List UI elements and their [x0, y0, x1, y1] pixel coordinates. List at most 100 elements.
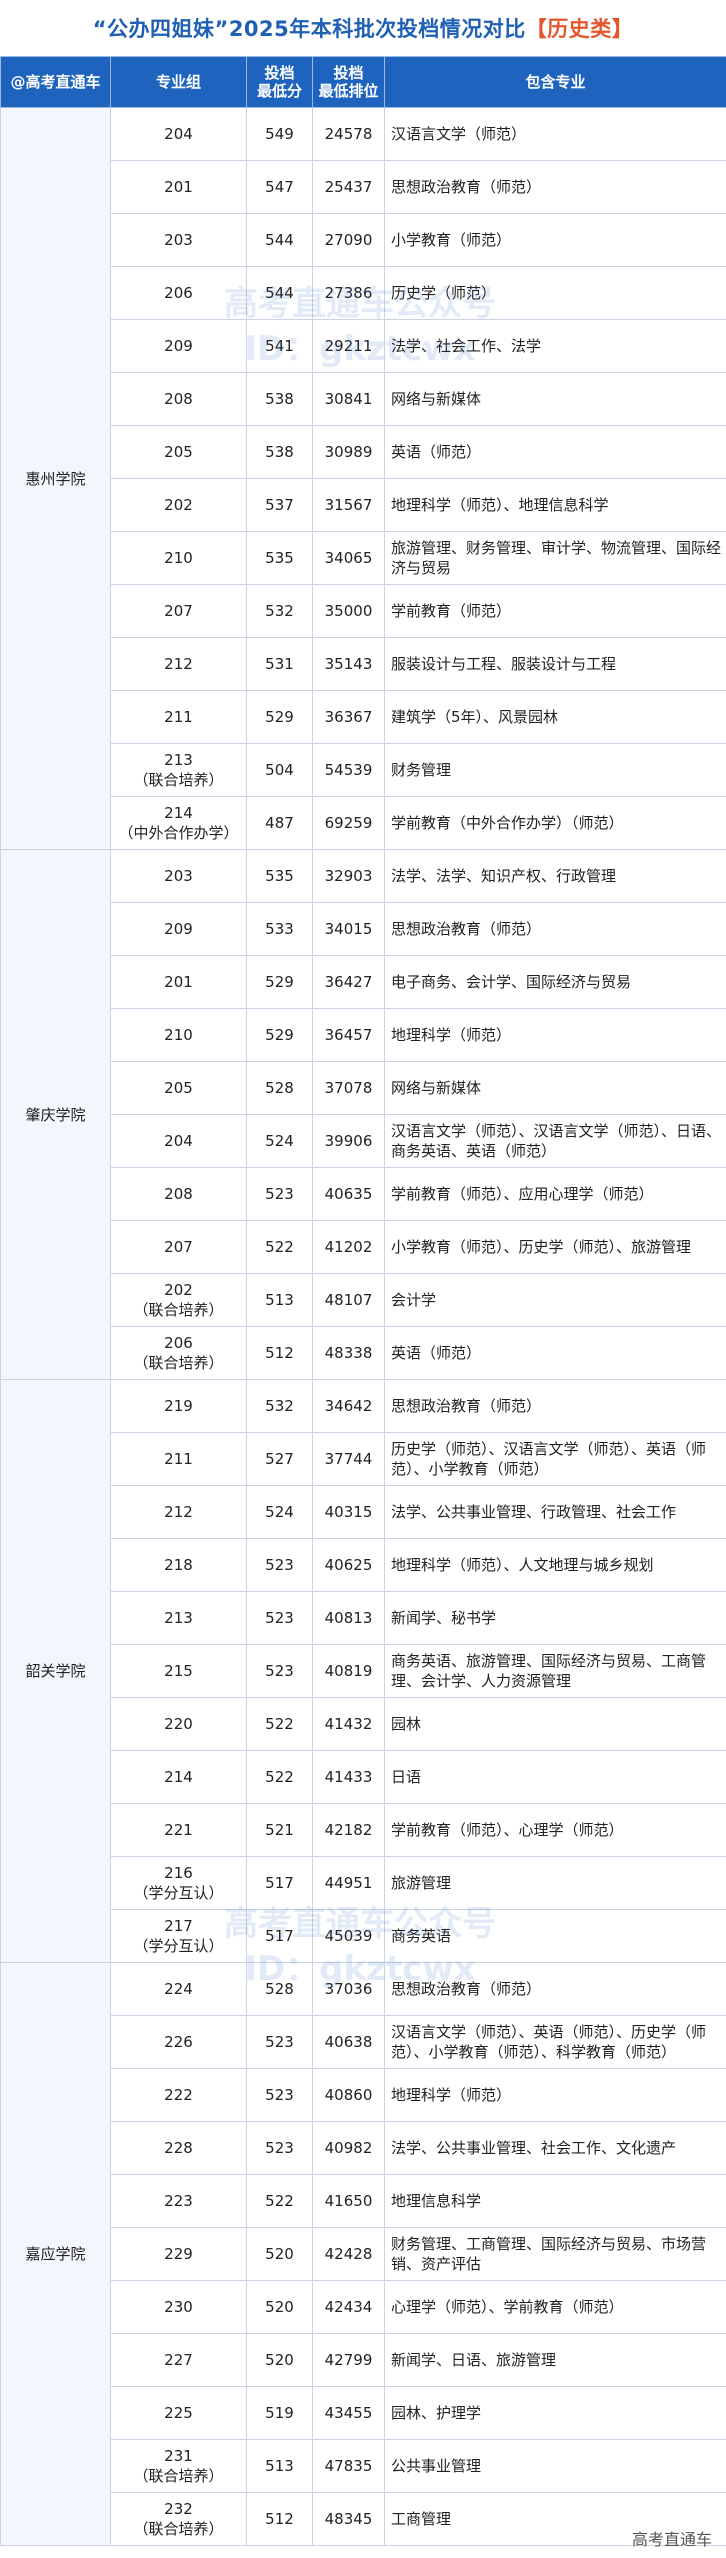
- majors-cell: 公共事业管理: [384, 2439, 726, 2493]
- group-code: 224: [164, 1980, 193, 1998]
- group-cell: 204: [110, 107, 247, 161]
- min-score-cell: 523: [246, 1538, 313, 1592]
- min-score-cell: 527: [246, 1432, 313, 1486]
- min-rank-cell: 25437: [312, 160, 385, 214]
- min-rank-cell: 41432: [312, 1697, 385, 1751]
- group-code: 229: [164, 2245, 193, 2263]
- group-code: 230: [164, 2298, 193, 2316]
- group-code: 226: [164, 2033, 193, 2051]
- majors-cell: 会计学: [384, 1273, 726, 1327]
- group-code: 214: [164, 1768, 193, 1786]
- min-rank-cell: 32903: [312, 849, 385, 903]
- majors-cell: 学前教育（中外合作办学）（师范）: [384, 796, 726, 850]
- header-majors: 包含专业: [384, 56, 726, 108]
- group-cell: 225: [110, 2386, 247, 2440]
- comparison-table: @高考直通车 专业组 投档 最低分 投档 最低排位 包含专业 惠州学院 204 549 2…: [0, 56, 726, 2546]
- group-code: 208: [164, 390, 193, 408]
- header-min-score: 投档 最低分: [246, 56, 313, 108]
- group-code: 204: [164, 125, 193, 143]
- majors-cell: 园林: [384, 1697, 726, 1751]
- min-rank-cell: 35143: [312, 637, 385, 691]
- group-code: 209: [164, 337, 193, 355]
- min-rank-cell: 30989: [312, 425, 385, 479]
- min-score-cell: 535: [246, 849, 313, 903]
- group-cell: 231 （联合培养）: [110, 2439, 247, 2493]
- table-row: 嘉应学院 224 528 37036 思想政治教育（师范）: [0, 1962, 726, 2546]
- group-code: 225: [164, 2404, 193, 2422]
- min-rank-cell: 36427: [312, 955, 385, 1009]
- min-score-cell: 528: [246, 1061, 313, 1115]
- min-rank-cell: 40638: [312, 2015, 385, 2069]
- group-cell: 211: [110, 1432, 247, 1486]
- min-score-cell: 541: [246, 319, 313, 373]
- min-rank-cell: 42182: [312, 1803, 385, 1857]
- majors-cell: 日语: [384, 1750, 726, 1804]
- group-cell: 227: [110, 2333, 247, 2387]
- group-cell: 209: [110, 902, 247, 956]
- majors-cell: 小学教育（师范）: [384, 213, 726, 267]
- min-score-cell: 544: [246, 213, 313, 267]
- group-cell: 204: [110, 1114, 247, 1168]
- min-rank-cell: 45039: [312, 1909, 385, 1963]
- min-rank-cell: 30841: [312, 372, 385, 426]
- majors-cell: 思想政治教育（师范）: [384, 1379, 726, 1433]
- group-code: 210: [164, 549, 193, 567]
- group-cell: 214: [110, 1750, 247, 1804]
- majors-cell: 新闻学、日语、旅游管理: [384, 2333, 726, 2387]
- majors-cell: 网络与新媒体: [384, 1061, 726, 1115]
- majors-cell: 法学、社会工作、法学: [384, 319, 726, 373]
- min-score-cell: 529: [246, 955, 313, 1009]
- group-note: （联合培养）: [133, 1301, 224, 1319]
- group-code: 221: [164, 1821, 193, 1839]
- group-note: （中外合作办学）: [118, 824, 239, 842]
- group-note: （学分互认）: [133, 1884, 224, 1902]
- header-group: 专业组: [110, 56, 247, 108]
- min-score-cell: 523: [246, 1644, 313, 1698]
- min-score-cell: 523: [246, 2068, 313, 2122]
- min-score-cell: 512: [246, 1326, 313, 1380]
- group-cell: 208: [110, 1167, 247, 1221]
- majors-cell: 建筑学（5年）、风景园林: [384, 690, 726, 744]
- majors-cell: 财务管理、工商管理、国际经济与贸易、市场营销、资产评估: [384, 2227, 726, 2281]
- min-rank-cell: 40860: [312, 2068, 385, 2122]
- group-cell: 213 （联合培养）: [110, 743, 247, 797]
- majors-cell: 法学、公共事业管理、行政管理、社会工作: [384, 1485, 726, 1539]
- min-rank-cell: 37036: [312, 1962, 385, 2016]
- majors-cell: 汉语言文学（师范）: [384, 107, 726, 161]
- group-cell: 214 （中外合作办学）: [110, 796, 247, 850]
- min-rank-cell: 41433: [312, 1750, 385, 1804]
- group-cell: 209: [110, 319, 247, 373]
- majors-cell: 英语（师范）: [384, 1326, 726, 1380]
- majors-cell: 地理信息科学: [384, 2174, 726, 2228]
- group-cell: 218: [110, 1538, 247, 1592]
- group-code: 206: [164, 1334, 193, 1352]
- group-code: 231: [164, 2447, 193, 2465]
- group-cell: 212: [110, 1485, 247, 1539]
- school-name: 韶关学院: [0, 1379, 111, 1963]
- min-score-cell: 537: [246, 478, 313, 532]
- group-cell: 202: [110, 478, 247, 532]
- majors-cell: 学前教育（师范）、心理学（师范）: [384, 1803, 726, 1857]
- min-rank-cell: 37744: [312, 1432, 385, 1486]
- header-min-rank: 投档 最低排位: [312, 56, 385, 108]
- min-rank-cell: 48345: [312, 2492, 385, 2546]
- min-rank-cell: 34015: [312, 902, 385, 956]
- majors-cell: 地理科学（师范）: [384, 2068, 726, 2122]
- min-score-cell: 519: [246, 2386, 313, 2440]
- group-cell: 232 （联合培养）: [110, 2492, 247, 2546]
- majors-cell: 地理科学（师范）: [384, 1008, 726, 1062]
- majors-cell: 法学、法学、知识产权、行政管理: [384, 849, 726, 903]
- group-code: 211: [164, 1450, 193, 1468]
- min-score-cell: 523: [246, 2015, 313, 2069]
- min-score-cell: 524: [246, 1485, 313, 1539]
- majors-cell: 法学、公共事业管理、社会工作、文化遗产: [384, 2121, 726, 2175]
- group-cell: 223: [110, 2174, 247, 2228]
- majors-cell: 地理科学（师范）、人文地理与城乡规划: [384, 1538, 726, 1592]
- group-code: 222: [164, 2086, 193, 2104]
- min-rank-cell: 40813: [312, 1591, 385, 1645]
- school-name: 肇庆学院: [0, 849, 111, 1380]
- min-score-cell: 523: [246, 2121, 313, 2175]
- min-score-cell: 504: [246, 743, 313, 797]
- group-cell: 201: [110, 160, 247, 214]
- min-score-cell: 517: [246, 1909, 313, 1963]
